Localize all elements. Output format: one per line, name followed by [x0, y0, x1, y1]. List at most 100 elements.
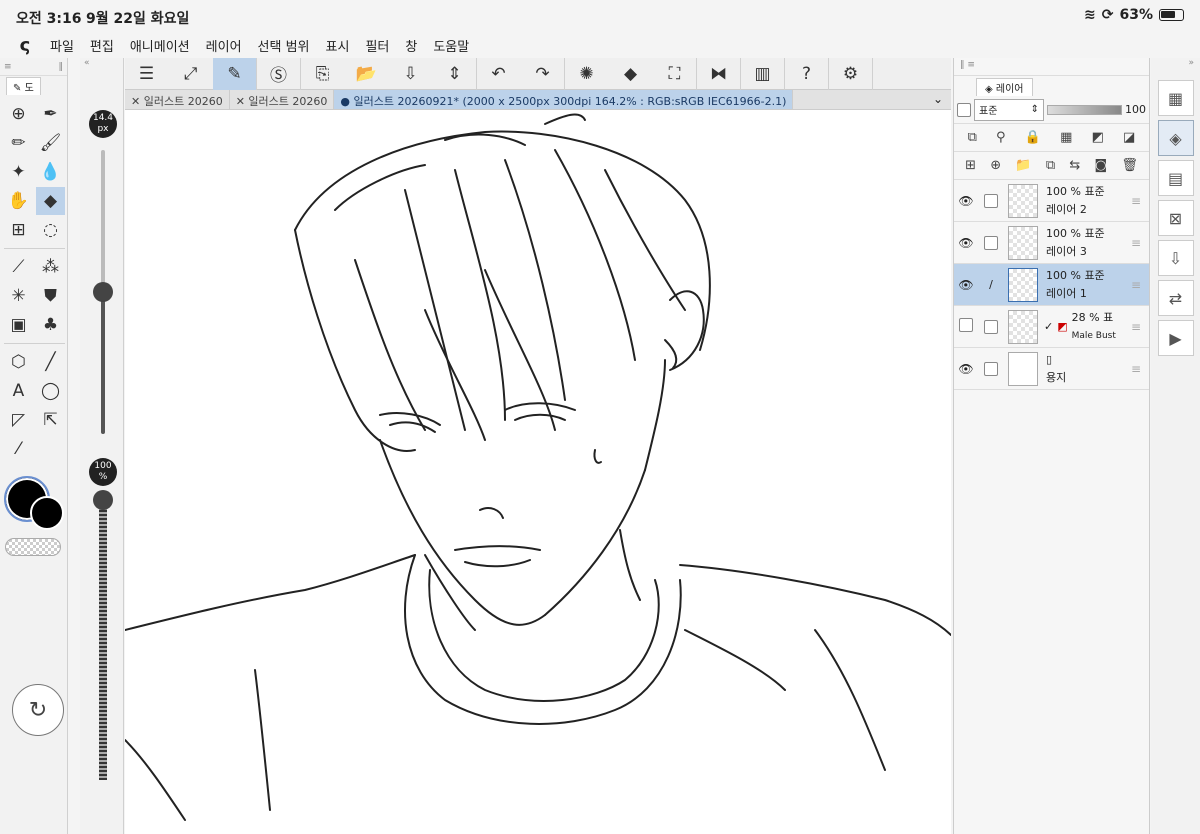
text-tool-icon[interactable]: A: [4, 377, 33, 405]
stepper-icon[interactable]: ⇕: [433, 57, 477, 90]
menu-icon[interactable]: ☰: [125, 58, 169, 90]
clip-layer-icon[interactable]: ⧉: [968, 130, 977, 145]
lock-transparency-icon[interactable]: ▦: [1060, 130, 1072, 145]
object-tool-icon[interactable]: ⬡: [4, 348, 33, 376]
open-file-icon[interactable]: 📂: [345, 58, 389, 90]
drag-handle-icon[interactable]: ≡: [1131, 236, 1141, 250]
drag-handle-icon[interactable]: ≡: [1131, 278, 1141, 292]
close-icon[interactable]: ✕: [236, 95, 245, 108]
brush-size-slider-knob[interactable]: [93, 282, 113, 302]
reference-layer-icon[interactable]: ⚲: [996, 130, 1006, 145]
panel-collapse-icon[interactable]: ‖: [59, 62, 64, 72]
layers-panel-icon[interactable]: ◈: [1157, 120, 1194, 156]
fill-tool-icon[interactable]: ⛊: [36, 282, 65, 310]
lasso-tool-icon[interactable]: ◌: [36, 216, 65, 244]
color-palette-icon[interactable]: ▦: [1157, 80, 1194, 116]
layer-color-checkbox[interactable]: [957, 102, 971, 117]
menu-layer[interactable]: 레이어: [206, 36, 242, 55]
new-file-icon[interactable]: ⎘: [301, 58, 345, 90]
drag-handle-icon[interactable]: ≡: [1131, 320, 1141, 334]
sub-color-swatch[interactable]: [30, 496, 64, 530]
ruler-tool-icon[interactable]: ◸: [4, 406, 33, 434]
sparkle-tool-icon[interactable]: ✳: [4, 282, 33, 310]
menu-edit[interactable]: 편집: [90, 36, 114, 55]
menu-window[interactable]: 창: [405, 36, 417, 55]
eye-icon[interactable]: 👁: [954, 236, 978, 250]
gradient-tool-icon[interactable]: ▣: [4, 311, 33, 339]
eraser-tool-icon[interactable]: ◆: [36, 187, 65, 215]
blend-tool-icon[interactable]: 💧: [36, 158, 65, 186]
eye-icon[interactable]: 👁: [954, 362, 978, 376]
layer-tab[interactable]: ◈ 레이어: [976, 78, 1033, 96]
menu-help[interactable]: 도움말: [433, 36, 469, 55]
material-icon[interactable]: ▤: [1157, 160, 1194, 196]
menu-file[interactable]: 파일: [50, 36, 74, 55]
drawing-canvas[interactable]: [125, 110, 951, 834]
flip-horizontal-icon[interactable]: ⧓: [697, 57, 741, 90]
eyedropper-tool-icon[interactable]: ⟋: [4, 253, 33, 281]
decoration-tool-icon[interactable]: ♣: [36, 311, 65, 339]
menu-view[interactable]: 표시: [326, 36, 350, 55]
balloon-tool-icon[interactable]: ◯: [36, 377, 65, 405]
transform-icon[interactable]: ⛶: [653, 57, 697, 90]
line-tool-icon[interactable]: ╱: [36, 348, 65, 376]
save-icon[interactable]: ⇩: [389, 58, 433, 90]
fill-icon[interactable]: ◆: [609, 58, 653, 90]
airbrush-tool-icon[interactable]: ✦: [4, 158, 33, 186]
menu-filter[interactable]: 필터: [365, 36, 389, 55]
undo-icon[interactable]: ↶: [477, 58, 521, 90]
layer-checkbox[interactable]: [984, 235, 998, 250]
opacity-slider-track[interactable]: [99, 498, 107, 780]
navigator-icon[interactable]: ⊠: [1157, 200, 1194, 236]
quick-access-icon[interactable]: ✎: [213, 57, 257, 90]
timeline-icon[interactable]: ▶: [1157, 320, 1194, 356]
clip-studio-icon[interactable]: Ⓢ: [257, 57, 301, 90]
pencil-tool-icon[interactable]: ✏: [4, 129, 33, 157]
trash-icon[interactable]: 🗑: [1121, 158, 1138, 173]
import-icon[interactable]: ⇩: [1157, 240, 1194, 276]
tool-tab[interactable]: ✎ 도: [6, 77, 41, 95]
new-folder-icon[interactable]: 📁: [1015, 158, 1031, 173]
document-tab[interactable]: ✕ 일러스트 20260: [125, 90, 230, 109]
history-icon[interactable]: ⇄: [1157, 280, 1194, 316]
settings-icon[interactable]: ⚙: [829, 57, 873, 90]
panel-menu-icon[interactable]: ≡: [4, 62, 12, 72]
color-picker-tool-icon[interactable]: ⁄: [4, 435, 33, 463]
auto-select-tool-icon[interactable]: ⁂: [36, 253, 65, 281]
mesh-tool-icon[interactable]: ⊞: [4, 216, 33, 244]
layer-checkbox[interactable]: [984, 319, 998, 334]
layer-row-active[interactable]: 👁 ∕ 100 % 표준 레이어 1 ≡: [954, 264, 1149, 306]
clear-icon[interactable]: ✺: [565, 58, 609, 90]
new-layer-icon[interactable]: ⊞: [965, 158, 976, 173]
fit-canvas-icon[interactable]: ⤢: [169, 58, 213, 90]
new-vector-layer-icon[interactable]: ⊕: [990, 158, 1001, 173]
close-icon[interactable]: ✕: [131, 95, 140, 108]
rail-collapse-icon[interactable]: »: [1151, 58, 1200, 76]
transparent-color-swatch[interactable]: [5, 538, 61, 556]
pen-tool-icon[interactable]: ✒: [36, 100, 65, 128]
brush-tool-icon[interactable]: 🖌: [36, 129, 65, 157]
eye-icon[interactable]: 👁: [954, 278, 978, 292]
mask-add-icon[interactable]: ◙: [1094, 158, 1107, 173]
transfer-icon[interactable]: ⇆: [1069, 158, 1080, 173]
layer-opacity-slider[interactable]: [1047, 104, 1122, 115]
visibility-checkbox[interactable]: [959, 318, 973, 332]
merge-down-icon[interactable]: ⧉: [1046, 158, 1055, 173]
hand-tool-icon[interactable]: ✋: [4, 187, 33, 215]
chevron-down-icon[interactable]: ⌄: [925, 90, 951, 109]
canvas-rotate-button[interactable]: ↻: [12, 684, 64, 736]
document-tab-active[interactable]: ● 일러스트 20260921* (2000 x 2500px 300dpi 1…: [334, 90, 794, 109]
menu-animation[interactable]: 애니메이션: [130, 36, 190, 55]
drag-handle-icon[interactable]: ≡: [1131, 194, 1141, 208]
layer-row[interactable]: 👁 100 % 표준 레이어 3 ≡: [954, 222, 1149, 264]
mask-icon[interactable]: ◩: [1092, 130, 1104, 145]
lock-icon[interactable]: 🔒: [1025, 130, 1041, 145]
eye-icon[interactable]: 👁: [954, 194, 978, 208]
device-icon[interactable]: ▥: [741, 57, 785, 90]
correct-line-tool-icon[interactable]: ⇱: [36, 406, 65, 434]
layer-row[interactable]: ✓ ◩ 28 % 표 Male Bust ≡: [954, 306, 1149, 348]
opacity-slider-knob[interactable]: [93, 490, 113, 510]
menu-selection[interactable]: 선택 범위: [258, 36, 310, 55]
app-logo-icon[interactable]: ς: [0, 35, 50, 56]
mask-enable-icon[interactable]: ◪: [1123, 130, 1135, 145]
